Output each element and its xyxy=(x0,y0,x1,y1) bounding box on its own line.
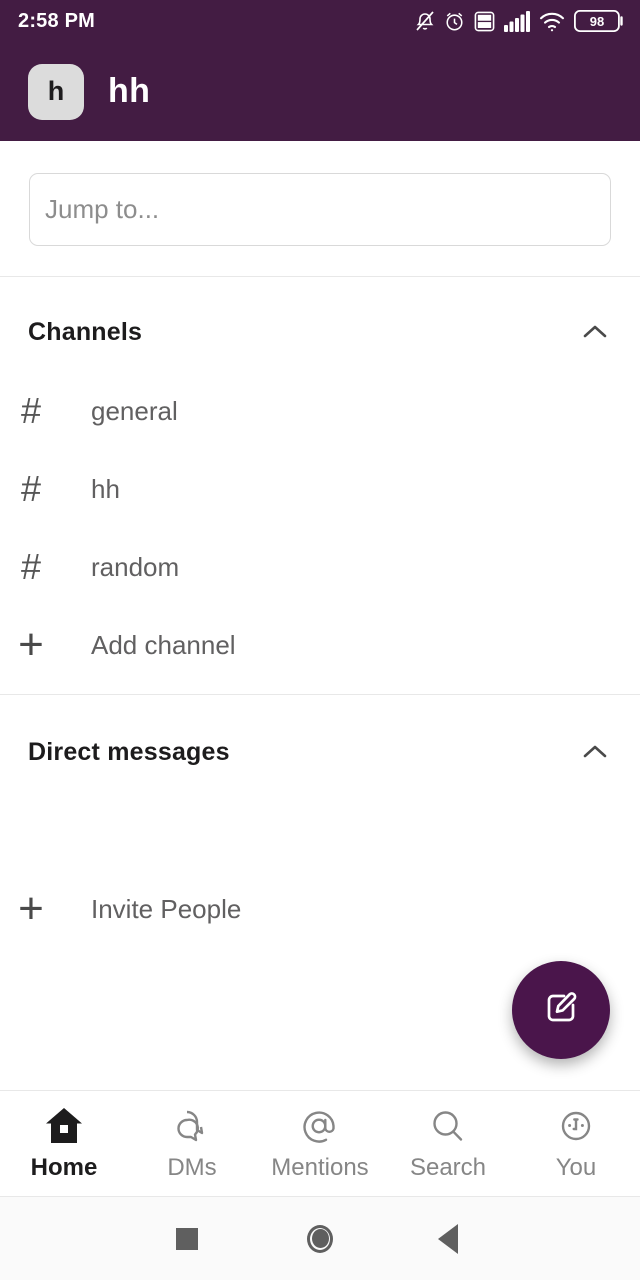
recents-square-icon[interactable] xyxy=(167,1219,207,1259)
channel-label-hh: hh xyxy=(91,473,120,504)
search-zone xyxy=(0,141,640,276)
channel-label-random: random xyxy=(91,551,180,582)
hash-icon: # xyxy=(20,546,42,587)
home-icon xyxy=(43,1104,85,1148)
jump-to-search-box[interactable] xyxy=(29,173,611,246)
nav-item-search[interactable]: Search xyxy=(384,1091,512,1182)
channel-row-hh[interactable]: # hh xyxy=(0,461,640,517)
channel-row-random[interactable]: # random xyxy=(0,539,640,595)
search-icon xyxy=(427,1104,469,1148)
nav-item-mentions[interactable]: Mentions xyxy=(256,1091,384,1182)
plus-icon: + xyxy=(18,620,44,669)
nav-item-you[interactable]: You xyxy=(512,1091,640,1182)
nav-label-mentions: Mentions xyxy=(271,1154,369,1181)
you-icon xyxy=(555,1104,597,1148)
volte-icon xyxy=(474,11,495,32)
back-triangle-icon[interactable] xyxy=(428,1219,468,1259)
chevron-up-icon[interactable] xyxy=(578,315,612,349)
cellular-signal-icon xyxy=(504,10,530,32)
dms-icon xyxy=(171,1104,213,1148)
nav-item-dms[interactable]: DMs xyxy=(128,1091,256,1182)
channels-section-title: Channels xyxy=(28,317,143,346)
status-bar-time: 2:58 PM xyxy=(18,9,95,32)
workspace-avatar-letter: h xyxy=(47,76,65,106)
workspace-header[interactable]: h hh xyxy=(0,42,640,141)
compose-icon xyxy=(540,987,582,1034)
bottom-navigation-bar: Home DMs Mentions Search You xyxy=(0,1091,640,1196)
nav-item-home[interactable]: Home xyxy=(0,1091,128,1182)
nav-label-dms: DMs xyxy=(167,1154,217,1181)
workspace-avatar[interactable]: h xyxy=(28,63,84,120)
mentions-icon xyxy=(299,1104,341,1148)
nav-label-search: Search xyxy=(409,1154,487,1181)
plus-icon: + xyxy=(18,884,44,933)
workspace-name: hh xyxy=(108,72,151,110)
add-channel-label: Add channel xyxy=(91,629,236,660)
wifi-icon xyxy=(539,11,565,32)
slack-mobile-app: 2:58 PM 98 h hh Jump to... Channels # ge… xyxy=(0,0,640,1280)
battery-percent: 98 xyxy=(589,13,605,29)
channels-section-header[interactable]: Channels xyxy=(0,304,640,360)
hash-icon: # xyxy=(20,390,42,431)
home-circle-icon[interactable] xyxy=(300,1219,340,1259)
status-bar-icons: 98 xyxy=(415,10,624,32)
chevron-up-icon[interactable] xyxy=(578,735,612,769)
invite-people-label: Invite People xyxy=(91,893,242,924)
channel-label-general: general xyxy=(91,395,178,426)
compose-fab-button[interactable] xyxy=(512,961,610,1059)
dm-section-title: Direct messages xyxy=(28,737,230,766)
add-channel-row[interactable]: + Add channel xyxy=(0,617,640,673)
alarm-icon xyxy=(444,11,465,32)
divider-below-search xyxy=(0,276,640,277)
invite-people-row[interactable]: + Invite People xyxy=(0,881,640,937)
search-input[interactable] xyxy=(45,194,610,225)
battery-icon: 98 xyxy=(574,10,624,32)
nav-label-you: You xyxy=(555,1154,597,1181)
notifications-off-icon xyxy=(415,10,435,32)
hash-icon: # xyxy=(20,468,42,509)
divider-below-channels xyxy=(0,694,640,695)
status-bar: 2:58 PM 98 xyxy=(0,0,640,42)
android-system-nav xyxy=(0,1197,640,1280)
nav-label-home: Home xyxy=(30,1154,98,1181)
dm-section-header[interactable]: Direct messages xyxy=(0,724,640,780)
channel-row-general[interactable]: # general xyxy=(0,383,640,439)
